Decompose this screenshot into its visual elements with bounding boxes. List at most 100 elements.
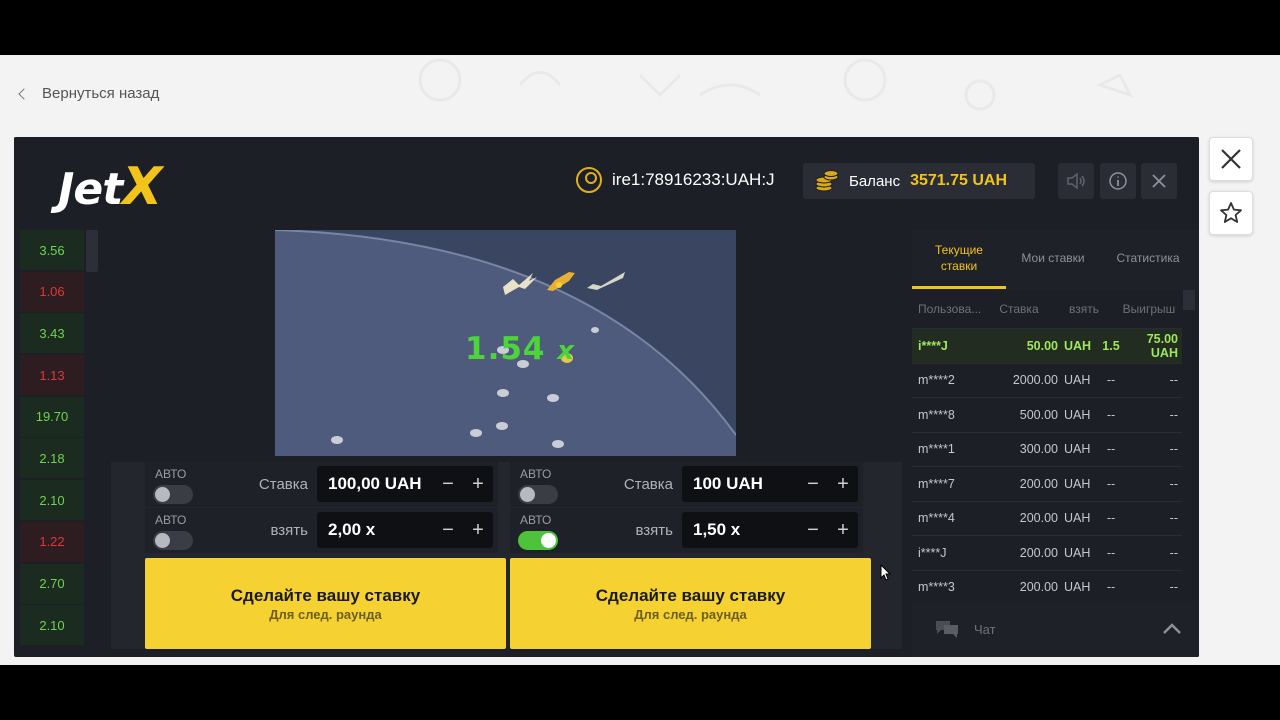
auto-cashout-block: АВТО: [512, 509, 572, 551]
favorite-button[interactable]: [1209, 191, 1253, 235]
stake-plus-button[interactable]: +: [828, 466, 858, 502]
tab-my-bets[interactable]: Мои ставки: [1016, 250, 1090, 266]
stake-minus-button[interactable]: −: [798, 466, 828, 502]
chat-label: Чат: [974, 621, 996, 637]
bet-currency: UAH: [1064, 511, 1091, 526]
bet-win: 75.00 UAH: [1146, 331, 1178, 360]
bet-amount: 200.00: [1019, 545, 1058, 560]
bet-currency: UAH: [1064, 580, 1091, 595]
bet-amount: 200.00: [1019, 580, 1058, 595]
auto-label: АВТО: [520, 513, 552, 527]
bet-row: i****J 50.00 UAH 1.5 75.00 UAH: [912, 328, 1182, 363]
multiplier-suffix: x: [557, 336, 576, 366]
bets-table-header: Пользова... Ставка взять Выигрыш: [912, 290, 1182, 328]
bet-currency: UAH: [1064, 338, 1092, 353]
close-game-header-button[interactable]: [1141, 163, 1177, 199]
stake-minus-button[interactable]: −: [433, 466, 463, 502]
toggle-knob: [155, 487, 170, 502]
take-label: взять: [270, 522, 309, 539]
speaker-icon: [1067, 172, 1085, 190]
column-win: Выигрыш: [1122, 302, 1176, 316]
auto-bet-toggle[interactable]: [153, 485, 193, 504]
bets-scrollbar[interactable]: [1183, 290, 1195, 310]
bet-row: m****4 200.00 UAH -- --: [912, 500, 1182, 536]
take-field[interactable]: 1,50 x − +: [682, 512, 858, 548]
bet-amount: 200.00: [1019, 476, 1058, 491]
stake-field[interactable]: 100 UAH − +: [682, 466, 858, 502]
take-value[interactable]: 1,50 x: [682, 520, 798, 540]
auto-label: АВТО: [155, 513, 187, 527]
history-item: 2.10: [20, 605, 84, 646]
bet-currency: UAH: [1064, 373, 1091, 388]
user-info: ire1:78916233:UAH:J: [576, 167, 775, 193]
place-bet-title: Сделайте вашу ставку: [595, 585, 786, 605]
game-canvas: 1.54 x: [275, 230, 736, 456]
history-item: 3.56: [20, 230, 84, 270]
jetx-game-window: JetX ire1:78916233:UAH:J Баланс 3571.75 …: [14, 137, 1199, 657]
take-value[interactable]: 2,00 x: [317, 520, 433, 540]
video-letterbox-bottom: [0, 665, 1280, 720]
auto-cashout-toggle[interactable]: [518, 531, 558, 550]
auto-cashout-toggle[interactable]: [153, 531, 193, 550]
info-button[interactable]: [1100, 163, 1136, 199]
sound-button[interactable]: [1058, 163, 1094, 199]
bet-take: 1.5: [1102, 338, 1120, 353]
take-label: взять: [635, 522, 674, 539]
bet-amount: 2000.00: [1012, 373, 1058, 388]
bets-table: i****J 50.00 UAH 1.5 75.00 UAH m****2 2000.00 U…: [912, 328, 1182, 598]
auto-label: АВТО: [155, 467, 187, 481]
column-user: Пользова...: [918, 302, 982, 316]
place-bet-subtitle: Для след. раунда: [634, 606, 747, 622]
stake-field[interactable]: 100,00 UAH − +: [317, 466, 493, 502]
bet-row: i****J 200.00 UAH -- --: [912, 535, 1182, 570]
balance-label: Баланс: [849, 172, 901, 190]
bet-currency: UAH: [1064, 407, 1091, 422]
logo-accent: X: [122, 157, 162, 217]
bet-row: m****8 500.00 UAH -- --: [912, 397, 1182, 432]
history-scrollbar[interactable]: [86, 230, 98, 272]
bet-row: m****1 300.00 UAH -- --: [912, 431, 1182, 467]
username: ire1:78916233:UAH:J: [612, 170, 775, 189]
take-minus-button[interactable]: −: [798, 512, 828, 548]
history-item: 2.18: [20, 438, 84, 479]
auto-label: АВТО: [520, 467, 552, 481]
bet-row: m****2 2000.00 UAH -- --: [912, 362, 1182, 398]
bet-panel-1: АВТО Ставка 100,00 UAH − + АВТО взять 2,…: [111, 462, 506, 649]
bet-panel-2: АВТО Ставка 100 UAH − + АВТО взять 1,50 …: [476, 462, 871, 649]
user-icon: [576, 167, 602, 193]
bet-user: i****J: [918, 338, 948, 353]
place-bet-button[interactable]: Сделайте вашу ставку Для след. раунда: [510, 558, 871, 649]
current-multiplier: 1.54 x: [465, 331, 575, 367]
multiplier-value: 1.54: [465, 331, 546, 367]
chevron-up-icon[interactable]: [1162, 623, 1182, 635]
bet-take: --: [1106, 580, 1116, 595]
auto-bet-block: АВТО: [147, 463, 207, 505]
star-icon: [1220, 202, 1242, 223]
bet-win: --: [1169, 545, 1178, 560]
bet-row: m****3 200.00 UAH -- --: [912, 569, 1182, 599]
take-minus-button[interactable]: −: [433, 512, 463, 548]
close-icon: [1221, 149, 1241, 169]
take-field[interactable]: 2,00 x − +: [317, 512, 493, 548]
close-game-button[interactable]: [1209, 137, 1253, 181]
bet-amount: 200.00: [1019, 511, 1058, 526]
back-link[interactable]: Вернуться назад: [18, 85, 159, 102]
chevron-left-icon: [18, 87, 30, 100]
column-take: взять: [1069, 302, 1099, 316]
place-bet-subtitle: Для след. раунда: [269, 606, 382, 622]
bet-take: --: [1106, 476, 1116, 491]
take-plus-button[interactable]: +: [828, 512, 858, 548]
auto-bet-toggle[interactable]: [518, 485, 558, 504]
stake-value[interactable]: 100,00 UAH: [317, 474, 433, 494]
place-bet-button[interactable]: Сделайте вашу ставку Для след. раунда: [145, 558, 506, 649]
bet-panels: АВТО Ставка 100,00 UAH − + АВТО взять 2,…: [111, 462, 902, 649]
bet-take: --: [1106, 511, 1116, 526]
history-item: 2.70: [20, 563, 84, 604]
tab-current-bets[interactable]: Текущие ставки: [928, 242, 990, 274]
tab-statistics[interactable]: Статистика: [1112, 250, 1184, 266]
stake-value[interactable]: 100 UAH: [682, 474, 798, 494]
history-item: 19.70: [20, 396, 84, 437]
place-bet-title: Сделайте вашу ставку: [230, 585, 421, 605]
bet-currency: UAH: [1064, 442, 1091, 457]
chat-bar[interactable]: Чат: [912, 601, 1199, 657]
